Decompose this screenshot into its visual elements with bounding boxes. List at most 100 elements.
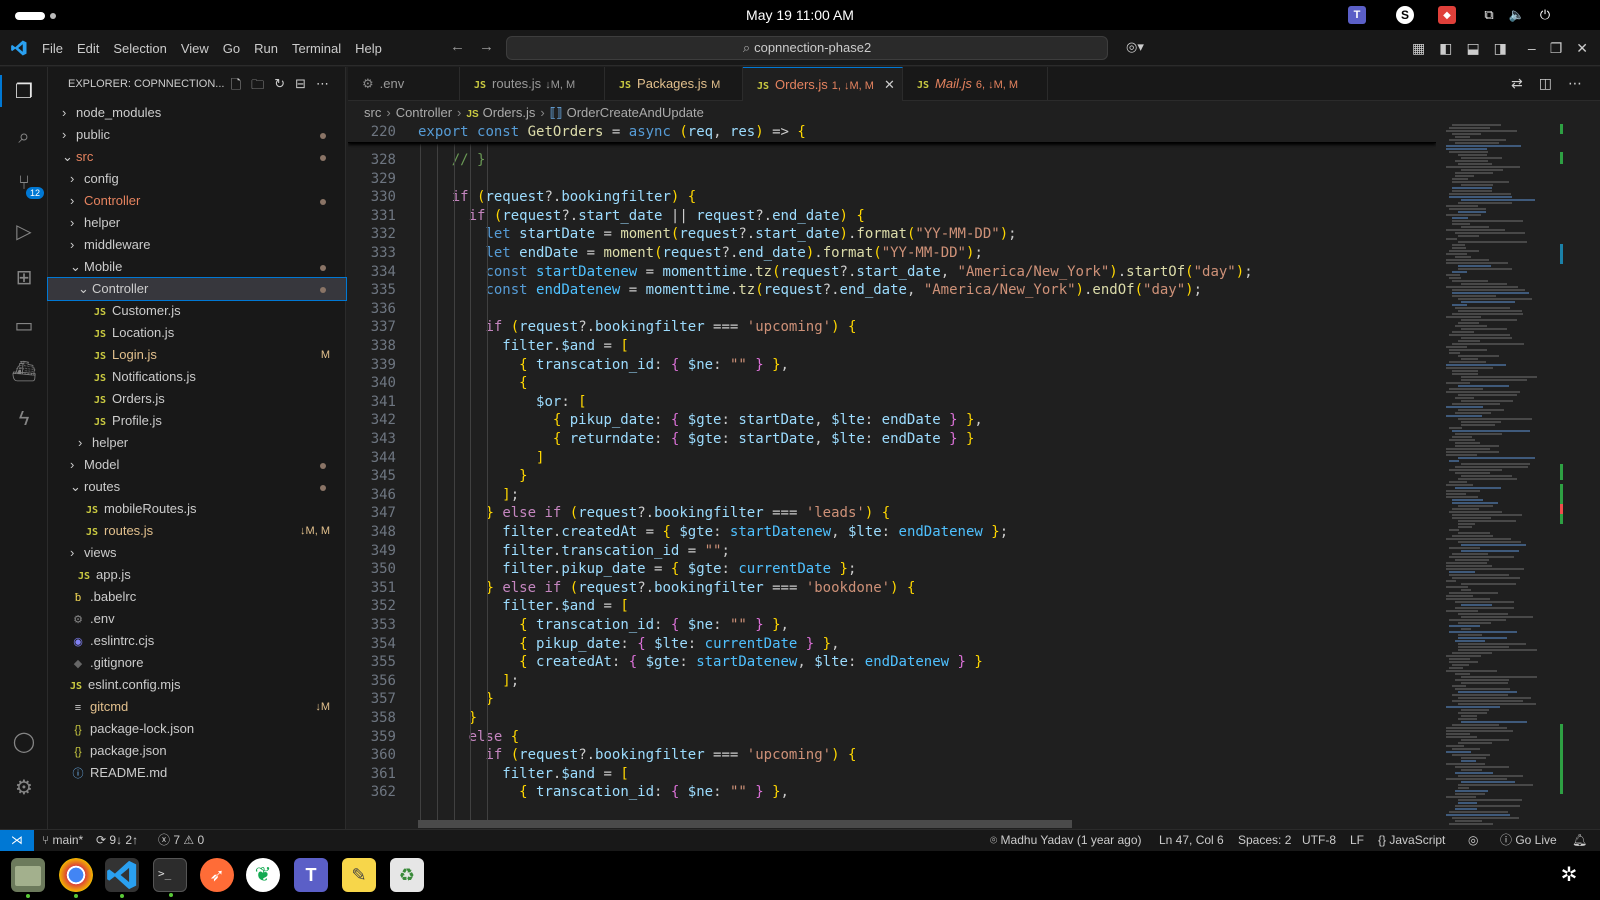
file-row[interactable]: ƀ .babelrc — [48, 586, 346, 608]
volume-icon[interactable]: 🔈 — [1508, 6, 1526, 24]
folder-row[interactable]: › node_modules — [48, 102, 346, 124]
refresh-icon[interactable]: ↻ — [274, 76, 285, 98]
extensions-icon[interactable]: ⊞ — [12, 265, 36, 289]
copilot-status-icon[interactable]: ◎ — [1468, 830, 1478, 851]
folder-row[interactable]: ⌄ Mobile — [48, 256, 346, 278]
file-row[interactable]: ⓘ README.md — [48, 762, 346, 784]
text-editor-app-icon[interactable]: ✎ — [342, 858, 376, 892]
folder-row[interactable]: ⌄ Controller — [47, 277, 347, 301]
search-view-icon[interactable]: ⌕ — [12, 125, 36, 149]
folder-row[interactable]: ⌄ src — [48, 146, 346, 168]
mongodb-compass-app-icon[interactable]: ❦ — [246, 858, 280, 892]
file-row[interactable]: JS Login.js M — [48, 344, 346, 366]
toggle-secondary-sidebar-icon[interactable]: ◨ — [1494, 40, 1507, 57]
menu-go[interactable]: Go — [223, 41, 240, 56]
file-row[interactable]: ◉ .eslintrc.cjs — [48, 630, 346, 652]
file-row[interactable]: JS routes.js ↓M, M — [48, 520, 346, 542]
indentation-status[interactable]: Spaces: 2 — [1238, 830, 1291, 851]
files-app-icon[interactable] — [11, 858, 45, 898]
chrome-app-icon[interactable] — [59, 858, 93, 898]
menu-help[interactable]: Help — [355, 41, 382, 56]
tab-packages[interactable]: JS Packages.js M — [605, 67, 743, 101]
folder-row[interactable]: › helper — [48, 212, 346, 234]
tab-orders[interactable]: JS Orders.js 1, ↓M, M ✕ — [743, 67, 903, 101]
command-center-search[interactable]: ⌕ copnnection-phase2 — [506, 36, 1108, 60]
split-editor-icon[interactable]: ◫ — [1539, 75, 1552, 92]
accounts-icon[interactable]: ◯ — [12, 729, 36, 753]
remote-indicator-icon[interactable]: ⋊ — [0, 830, 34, 851]
vertical-scrollbar[interactable] — [1558, 124, 1572, 828]
copilot-icon[interactable]: ◎▾ — [1126, 39, 1144, 55]
postman-app-icon[interactable]: ➶ — [200, 858, 234, 892]
folder-row[interactable]: › helper — [48, 432, 346, 454]
compare-changes-icon[interactable]: ⇄ — [1511, 75, 1523, 92]
trash-app-icon[interactable]: ♻ — [390, 858, 424, 892]
close-tab-icon[interactable]: ✕ — [884, 77, 895, 92]
restore-icon[interactable]: ❐ — [1550, 40, 1563, 57]
tab-routes[interactable]: JS routes.js ↓M, M — [460, 67, 605, 101]
eol-status[interactable]: LF — [1350, 830, 1364, 851]
sticky-scroll-header[interactable]: 220 export const GetOrders = async (req,… — [348, 124, 1436, 143]
folder-row[interactable]: › middleware — [48, 234, 346, 256]
file-row[interactable]: JS Profile.js — [48, 410, 346, 432]
run-debug-icon[interactable]: ▷ — [12, 219, 36, 243]
more-actions-icon[interactable]: ⋯ — [316, 76, 329, 98]
minimap[interactable] — [1440, 124, 1558, 828]
cursor-position[interactable]: Ln 47, Col 6 — [1159, 830, 1224, 851]
thunder-client-icon[interactable]: ϟ — [12, 407, 36, 431]
power-icon[interactable]: ⏻ — [1536, 6, 1554, 24]
tab-mail[interactable]: JS Mail.js 6, ↓M, M — [903, 67, 1048, 101]
show-apps-icon[interactable]: ✲ — [1552, 858, 1586, 892]
horizontal-scrollbar[interactable] — [418, 820, 1072, 828]
vscode-app-icon[interactable] — [105, 858, 139, 898]
notifications-bell-icon[interactable]: 🔔︎ — [1572, 830, 1587, 851]
folder-row[interactable]: › views — [48, 542, 346, 564]
menu-terminal[interactable]: Terminal — [292, 41, 341, 56]
file-row[interactable]: JS Orders.js — [48, 388, 346, 410]
file-row[interactable]: JS Customer.js — [48, 300, 346, 322]
toggle-panel-icon[interactable]: ⬓ — [1466, 40, 1479, 57]
encoding-status[interactable]: UTF-8 — [1302, 830, 1336, 851]
breadcrumb-src[interactable]: src — [364, 105, 381, 120]
menu-run[interactable]: Run — [254, 41, 278, 56]
language-mode[interactable]: {} JavaScript — [1378, 830, 1445, 851]
menu-edit[interactable]: Edit — [77, 41, 99, 56]
file-row[interactable]: JS eslint.config.mjs — [48, 674, 346, 696]
new-file-icon[interactable]: 🗋 — [231, 76, 241, 98]
toggle-sidebar-icon[interactable]: ◧ — [1439, 40, 1452, 57]
breadcrumb-symbol[interactable]: OrderCreateAndUpdate — [567, 105, 704, 120]
folder-row[interactable]: › Controller — [48, 190, 346, 212]
menu-view[interactable]: View — [181, 41, 209, 56]
settings-gear-icon[interactable]: ⚙ — [12, 775, 36, 799]
terminal-app-icon[interactable]: >_ — [153, 858, 187, 897]
customize-layout-icon[interactable]: ▦ — [1412, 40, 1425, 57]
forward-arrow-icon[interactable]: → — [479, 38, 494, 55]
tab-env[interactable]: ⚙ .env — [348, 67, 460, 101]
teams-app-icon[interactable]: T — [294, 858, 328, 892]
file-row[interactable]: ≡ gitcmd ↓M — [48, 696, 346, 718]
file-row[interactable]: {} package.json — [48, 740, 346, 762]
menu-file[interactable]: File — [42, 41, 63, 56]
folder-row[interactable]: › public — [48, 124, 346, 146]
file-row[interactable]: JS Location.js — [48, 322, 346, 344]
file-row[interactable]: JS Notifications.js — [48, 366, 346, 388]
file-row[interactable]: ⚙ .env — [48, 608, 346, 630]
network-icon[interactable]: ⧉ — [1480, 6, 1498, 24]
problems-status[interactable]: ⓧ 7 ⚠ 0 — [158, 830, 204, 851]
go-live-button[interactable]: ⓘ Go Live — [1500, 830, 1557, 851]
editor-more-icon[interactable]: ⋯ — [1568, 75, 1582, 92]
file-row[interactable]: JS app.js — [48, 564, 346, 586]
close-window-icon[interactable]: ✕ — [1576, 40, 1588, 57]
sync-status[interactable]: ⟳ 9↓ 2↑ — [96, 830, 138, 851]
breadcrumb-controller[interactable]: Controller — [396, 105, 452, 120]
folder-row[interactable]: › Model — [48, 454, 346, 476]
code-editor[interactable]: 220 export const GetOrders = async (req,… — [348, 124, 1436, 828]
teams-tray-icon[interactable]: T — [1348, 6, 1366, 24]
menu-selection[interactable]: Selection — [113, 41, 166, 56]
new-folder-icon[interactable]: 🗀 — [251, 76, 264, 98]
minimize-icon[interactable]: – — [1528, 40, 1536, 56]
skype-tray-icon[interactable]: S — [1396, 6, 1414, 24]
folder-row[interactable]: › config — [48, 168, 346, 190]
explorer-files-icon[interactable]: ❐ — [12, 79, 36, 103]
anydesk-tray-icon[interactable]: ◆ — [1438, 6, 1456, 24]
